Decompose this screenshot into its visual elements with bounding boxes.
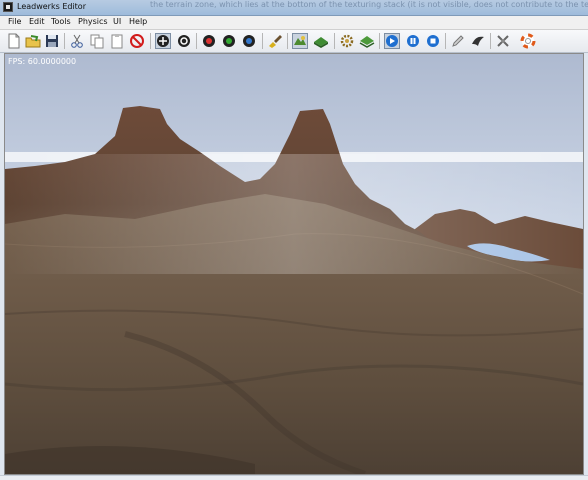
tools-icon[interactable] — [495, 33, 511, 49]
cut-icon[interactable] — [69, 33, 85, 49]
terrain-select-icon[interactable] — [292, 33, 308, 49]
target-red-icon[interactable] — [201, 33, 217, 49]
3d-viewport[interactable]: FPS: 60.0000000 — [4, 53, 584, 475]
toolbar-separator — [490, 33, 491, 49]
script-icon[interactable] — [470, 33, 486, 49]
play-icon[interactable] — [384, 33, 400, 49]
menu-tools[interactable]: Tools — [51, 17, 71, 26]
move-icon[interactable] — [155, 33, 171, 49]
terrain-scene — [5, 54, 583, 474]
terrain-layer-icon[interactable] — [359, 33, 375, 49]
toolbar-separator — [64, 33, 65, 49]
toolbar-separator — [445, 33, 446, 49]
new-file-icon[interactable] — [6, 33, 22, 49]
stop-icon[interactable] — [425, 33, 441, 49]
brush-icon[interactable] — [267, 33, 283, 49]
help-icon[interactable] — [520, 33, 536, 49]
rotate-icon[interactable] — [176, 33, 192, 49]
menu-bar: File Edit Tools Physics UI Help — [0, 16, 588, 30]
toolbar-separator — [150, 33, 151, 49]
menu-edit[interactable]: Edit — [29, 17, 45, 26]
toolbar-separator — [334, 33, 335, 49]
background-window-text: the terrain zone, which lies at the bott… — [150, 0, 588, 9]
status-bar — [0, 475, 588, 480]
atmospheric-haze — [5, 154, 583, 274]
editor-window: Leadwerks Editor the terrain zone, which… — [0, 0, 588, 480]
toolbar-separator — [196, 33, 197, 49]
copy-icon[interactable] — [89, 33, 105, 49]
pencil-icon[interactable] — [450, 33, 466, 49]
delete-icon[interactable] — [129, 33, 145, 49]
terrain-paint-icon[interactable] — [313, 33, 329, 49]
save-icon[interactable] — [44, 33, 60, 49]
pause-icon[interactable] — [405, 33, 421, 49]
menu-physics[interactable]: Physics — [78, 17, 108, 26]
menu-file[interactable]: File — [8, 17, 21, 26]
toolbar-separator — [262, 33, 263, 49]
leadwerks-app-icon — [3, 2, 13, 12]
menu-help[interactable]: Help — [129, 17, 147, 26]
paste-icon[interactable] — [109, 33, 125, 49]
target-blue-icon[interactable] — [241, 33, 257, 49]
menu-ui[interactable]: UI — [113, 17, 121, 26]
window-title: Leadwerks Editor — [17, 2, 86, 11]
toolbar — [0, 30, 588, 53]
toolbar-separator — [287, 33, 288, 49]
fps-counter: FPS: 60.0000000 — [8, 57, 77, 66]
open-folder-icon[interactable] — [25, 33, 41, 49]
target-green-icon[interactable] — [221, 33, 237, 49]
toolbar-separator — [379, 33, 380, 49]
gear-icon[interactable] — [339, 33, 355, 49]
